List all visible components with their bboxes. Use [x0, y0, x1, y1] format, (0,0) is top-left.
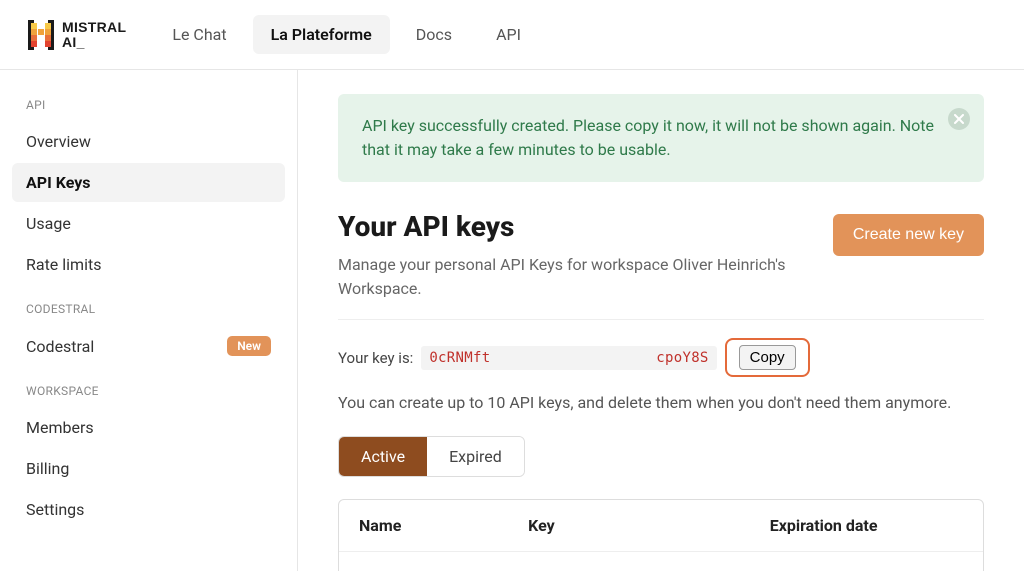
sidebar: API Overview API Keys Usage Rate limits … — [0, 70, 298, 571]
main-content: API key successfully created. Please cop… — [298, 70, 1024, 571]
table-row: events-optimizer ***********************… — [339, 552, 983, 571]
sidebar-item-members[interactable]: Members — [12, 408, 285, 447]
sidebar-item-label: Rate limits — [26, 255, 101, 274]
create-new-key-button[interactable]: Create new key — [833, 214, 984, 256]
sidebar-item-label: Codestral — [26, 337, 94, 356]
brand-text: MISTRAL AI_ — [62, 20, 126, 49]
sidebar-group-workspace: WORKSPACE — [12, 376, 285, 406]
key-prefix-label: Your key is: — [338, 349, 413, 367]
nav-docs[interactable]: Docs — [398, 15, 470, 54]
sidebar-item-apikeys[interactable]: API Keys — [12, 163, 285, 202]
sidebar-item-usage[interactable]: Usage — [12, 204, 285, 243]
sidebar-item-overview[interactable]: Overview — [12, 122, 285, 161]
col-key: Key — [528, 516, 770, 535]
alert-message: API key successfully created. Please cop… — [362, 116, 934, 159]
key-status-tabs: Active Expired — [338, 436, 525, 477]
success-alert: API key successfully created. Please cop… — [338, 94, 984, 182]
nav-plateforme[interactable]: La Plateforme — [253, 15, 390, 54]
top-nav: MISTRAL AI_ Le Chat La Plateforme Docs A… — [0, 0, 1024, 70]
copy-key-button[interactable]: Copy — [739, 345, 796, 370]
sidebar-item-label: Usage — [26, 214, 71, 233]
sidebar-item-label: API Keys — [26, 173, 91, 192]
sidebar-item-ratelimits[interactable]: Rate limits — [12, 245, 285, 284]
brand-line1: MISTRAL — [62, 20, 126, 35]
sidebar-item-label: Overview — [26, 132, 91, 151]
brand-line2: AI_ — [62, 35, 126, 50]
tab-active[interactable]: Active — [339, 437, 427, 476]
sidebar-group-codestral: CODESTRAL — [12, 294, 285, 324]
new-badge: New — [227, 336, 271, 356]
page-header: Your API keys Manage your personal API K… — [338, 210, 984, 301]
table-header: Name Key Expiration date — [339, 500, 983, 552]
nav-api[interactable]: API — [478, 15, 539, 54]
api-key-value: 0cRNMft cpoY8S — [421, 346, 716, 370]
col-expiration: Expiration date — [770, 516, 915, 535]
mistral-logo-icon — [28, 20, 54, 50]
sidebar-group-api: API — [12, 90, 285, 120]
brand-logo[interactable]: MISTRAL AI_ — [28, 20, 126, 50]
key-limit-note: You can create up to 10 API keys, and de… — [338, 393, 984, 412]
alert-close-button[interactable] — [948, 108, 970, 130]
tab-expired[interactable]: Expired — [427, 437, 524, 476]
nav-lechat[interactable]: Le Chat — [154, 15, 244, 54]
page-title: Your API keys — [338, 210, 798, 243]
divider — [338, 319, 984, 320]
sidebar-item-label: Members — [26, 418, 94, 437]
key-reveal-row: Your key is: 0cRNMft cpoY8S Copy — [338, 338, 984, 377]
close-icon — [954, 114, 964, 124]
sidebar-item-label: Billing — [26, 459, 69, 478]
page-subtitle: Manage your personal API Keys for worksp… — [338, 253, 798, 301]
sidebar-item-billing[interactable]: Billing — [12, 449, 285, 488]
sidebar-item-settings[interactable]: Settings — [12, 490, 285, 529]
copy-key-highlight: Copy — [725, 338, 810, 377]
col-name: Name — [359, 516, 528, 535]
sidebar-item-label: Settings — [26, 500, 84, 519]
sidebar-item-codestral[interactable]: Codestral New — [12, 326, 285, 366]
api-keys-table: Name Key Expiration date events-optimize… — [338, 499, 984, 571]
